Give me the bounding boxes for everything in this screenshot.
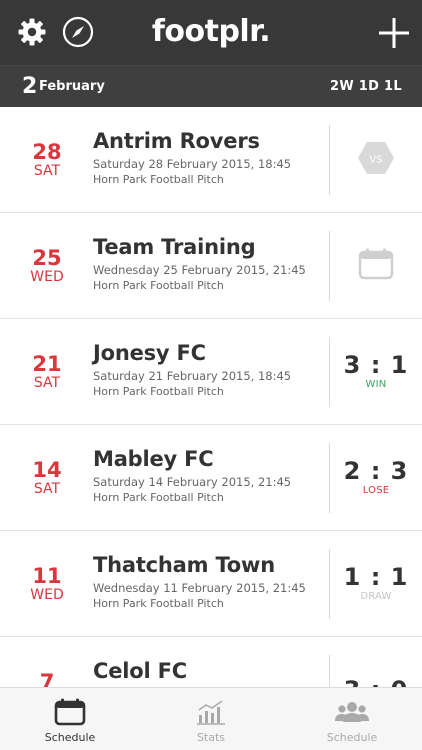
- schedule-row[interactable]: 14 SAT Mabley FC Saturday 14 February 2015,…: [0, 425, 422, 531]
- event-location: Horn Park Football Pitch: [93, 385, 224, 398]
- current-day: 2: [22, 74, 38, 99]
- event-weekday: SAT: [33, 375, 61, 391]
- tab-label: Schedule: [326, 731, 378, 744]
- match-score: 3 : 1: [343, 351, 409, 379]
- event-title: Team Training: [93, 235, 256, 259]
- event-datetime: Wednesday 25 February 2015, 21:45: [93, 263, 306, 277]
- schedule-row[interactable]: 7SATCelol FC 3 : 0: [0, 637, 422, 687]
- schedule-row[interactable]: 28 SAT Antrim Rovers Saturday 28 February 2…: [0, 107, 422, 213]
- season-record: 2W 1D 1L: [329, 79, 402, 94]
- vs-hexagon-icon[interactable]: VS: [357, 141, 395, 179]
- schedule-list[interactable]: 28 SAT Antrim Rovers Saturday 28 February 2…: [0, 107, 422, 687]
- top-navigation-bar: footplr.: [0, 0, 422, 65]
- plus-icon[interactable]: [377, 16, 411, 50]
- event-title: Mabley FC: [93, 447, 214, 471]
- event-day-number: 7: [39, 670, 55, 687]
- current-month: February: [39, 79, 105, 94]
- schedule-row[interactable]: 11 WED Thatcham Town Wednesday 11 February …: [0, 531, 422, 637]
- event-status[interactable]: VS: [330, 107, 422, 213]
- event-title: Antrim Rovers: [93, 129, 260, 153]
- app-logo: footplr.: [151, 14, 271, 49]
- event-date: 25 WED: [0, 247, 94, 286]
- month-summary-bar: 2 February 2W 1D 1L: [0, 65, 422, 107]
- svg-text:VS: VS: [369, 155, 382, 166]
- team-icon: [282, 698, 422, 728]
- tab-schedule-1[interactable]: Schedule: [0, 688, 140, 750]
- match-score: 3 : 0: [344, 677, 409, 687]
- event-day-number: 14: [32, 458, 62, 482]
- match-result: WIN: [365, 379, 387, 390]
- event-day-number: 25: [32, 246, 62, 270]
- schedule-row[interactable]: 25 WED Team Training Wednesday 25 February …: [0, 213, 422, 319]
- event-date: 14 SAT: [0, 459, 94, 498]
- event-status[interactable]: 1 : 1 DRAW: [330, 531, 422, 637]
- event-location: Horn Park Football Pitch: [93, 491, 224, 504]
- calendar-tab-icon: [0, 698, 140, 728]
- event-datetime: Saturday 14 February 2015, 21:45: [93, 475, 292, 489]
- event-datetime: Wednesday 11 February 2015, 21:45: [93, 581, 306, 595]
- event-day-number: 11: [32, 564, 62, 588]
- match-score: 2 : 3: [343, 457, 409, 485]
- event-title: Thatcham Town: [93, 553, 275, 577]
- event-title: Jonesy FC: [93, 341, 206, 365]
- event-status[interactable]: [330, 213, 422, 319]
- event-weekday: SAT: [33, 481, 61, 497]
- tab-stats-2[interactable]: Stats: [141, 688, 281, 750]
- tab-label: Stats: [196, 731, 226, 744]
- match-result: DRAW: [360, 591, 392, 602]
- event-date: 11 WED: [0, 565, 94, 604]
- event-day-number: 21: [32, 352, 62, 376]
- event-location: Horn Park Football Pitch: [93, 597, 224, 610]
- event-status[interactable]: 3 : 0: [330, 637, 422, 687]
- match-result: LOSE: [362, 485, 390, 496]
- event-status[interactable]: 3 : 1 WIN: [330, 319, 422, 425]
- event-title: Celol FC: [93, 659, 187, 683]
- bar-chart-icon: [141, 698, 281, 728]
- event-date: 7SAT: [0, 671, 94, 687]
- tab-label: Schedule: [44, 731, 96, 744]
- event-location: Horn Park Football Pitch: [93, 279, 224, 292]
- event-date: 21 SAT: [0, 353, 94, 392]
- event-weekday: WED: [30, 587, 64, 603]
- event-day-number: 28: [32, 140, 62, 164]
- match-score: 1 : 1: [343, 563, 409, 591]
- event-date: 28 SAT: [0, 141, 94, 180]
- event-status[interactable]: 2 : 3 LOSE: [330, 425, 422, 531]
- tab-bar: Schedule Stats Schedule: [0, 687, 422, 750]
- calendar-icon[interactable]: [358, 248, 394, 284]
- event-weekday: SAT: [33, 163, 61, 179]
- event-location: Horn Park Football Pitch: [93, 173, 224, 186]
- event-datetime: Saturday 21 February 2015, 18:45: [93, 369, 292, 383]
- event-weekday: WED: [30, 269, 64, 285]
- schedule-row[interactable]: 21 SAT Jonesy FC Saturday 21 February 2015,…: [0, 319, 422, 425]
- event-datetime: Saturday 28 February 2015, 18:45: [93, 157, 292, 171]
- tab-schedule-3[interactable]: Schedule: [282, 688, 422, 750]
